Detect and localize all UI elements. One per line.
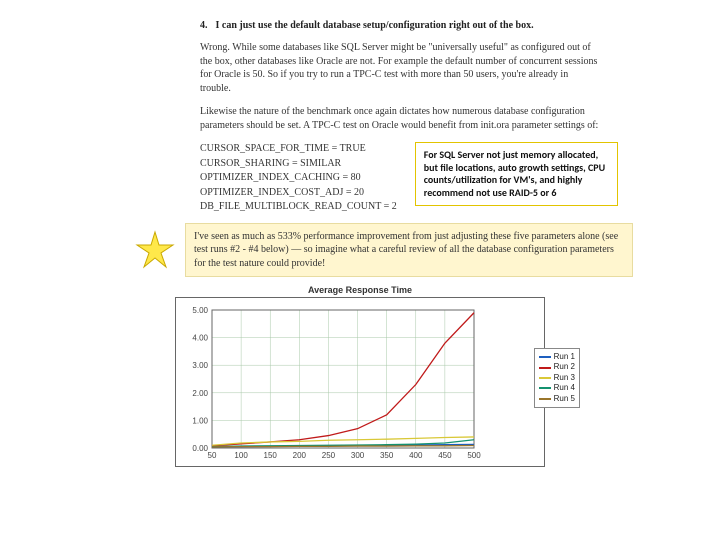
param-line: OPTIMIZER_INDEX_COST_ADJ = 20	[200, 186, 397, 201]
svg-text:0.00: 0.00	[192, 444, 208, 453]
param-line: OPTIMIZER_INDEX_CACHING = 80	[200, 171, 397, 186]
svg-text:350: 350	[380, 451, 394, 460]
chart-plot: 0.00 1.00 2.00 3.00 4.00 5.00 50 100 150 200 250 30…	[182, 304, 538, 464]
chart: Average Response Time 0.00 1.00 2.00 3.00 4.…	[175, 285, 545, 467]
param-line: CURSOR_SPACE_FOR_TIME = TRUE	[200, 142, 397, 157]
svg-text:200: 200	[293, 451, 307, 460]
svg-text:150: 150	[264, 451, 278, 460]
paragraph-2: Likewise the nature of the benchmark onc…	[200, 105, 600, 132]
svg-text:4.00: 4.00	[192, 334, 208, 343]
svg-text:500: 500	[467, 451, 481, 460]
svg-text:300: 300	[351, 451, 365, 460]
heading-title: I can just use the default database setu…	[216, 20, 534, 31]
svg-text:1.00: 1.00	[192, 416, 208, 425]
svg-text:250: 250	[322, 451, 336, 460]
sql-server-callout: For SQL Server not just memory allocated…	[415, 142, 618, 206]
svg-text:2.00: 2.00	[192, 389, 208, 398]
chart-svg: 0.00 1.00 2.00 3.00 4.00 5.00 50 100 150 200 250 30…	[182, 304, 482, 464]
chart-legend: Run 1Run 2Run 3Run 4Run 5	[534, 348, 580, 408]
legend-item: Run 3	[539, 373, 575, 383]
chart-box: 0.00 1.00 2.00 3.00 4.00 5.00 50 100 150 200 250 30…	[175, 297, 545, 467]
star-icon	[135, 230, 175, 270]
svg-text:450: 450	[438, 451, 452, 460]
legend-item: Run 5	[539, 394, 575, 404]
highlight-row: I've seen as much as 533% performance im…	[135, 223, 700, 278]
highlight-note: I've seen as much as 533% performance im…	[185, 223, 633, 278]
legend-item: Run 2	[539, 362, 575, 372]
svg-text:400: 400	[409, 451, 423, 460]
list-heading: 4. I can just use the default database s…	[200, 20, 700, 31]
param-line: CURSOR_SHARING = SIMILAR	[200, 157, 397, 172]
params-row: CURSOR_SPACE_FOR_TIME = TRUE CURSOR_SHAR…	[200, 142, 700, 215]
param-line: DB_FILE_MULTIBLOCK_READ_COUNT = 2	[200, 200, 397, 215]
chart-title: Average Response Time	[175, 285, 545, 295]
legend-item: Run 1	[539, 352, 575, 362]
heading-number: 4.	[200, 20, 208, 31]
svg-text:100: 100	[234, 451, 248, 460]
paragraph-1: Wrong. While some databases like SQL Ser…	[200, 41, 600, 95]
svg-text:5.00: 5.00	[192, 306, 208, 315]
legend-item: Run 4	[539, 383, 575, 393]
oracle-params: CURSOR_SPACE_FOR_TIME = TRUE CURSOR_SHAR…	[200, 142, 397, 215]
svg-text:3.00: 3.00	[192, 361, 208, 370]
svg-text:50: 50	[208, 451, 217, 460]
